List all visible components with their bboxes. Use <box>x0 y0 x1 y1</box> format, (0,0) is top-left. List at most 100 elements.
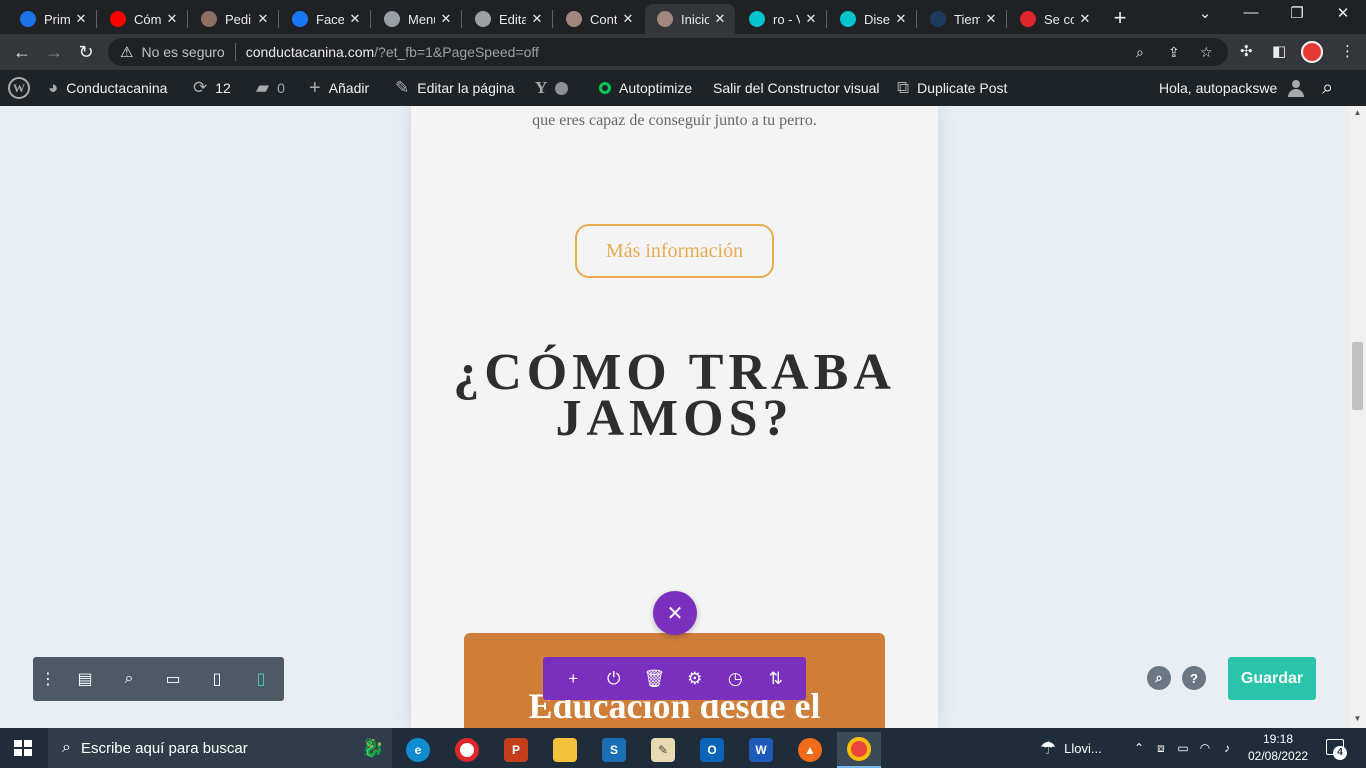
browser-tab[interactable]: Disei✕ <box>828 4 916 34</box>
browser-tab[interactable]: ro - V✕ <box>737 4 826 34</box>
builder-view-bar: ⋮ ▤ ⌕ ▭ ▯ ▯ <box>33 657 284 701</box>
close-tab-icon[interactable]: ✕ <box>621 11 635 27</box>
close-tab-icon[interactable]: ✕ <box>530 11 544 27</box>
plus-icon: + <box>309 76 321 99</box>
minimize-button[interactable]: — <box>1228 4 1274 21</box>
browser-tab[interactable]: Tiem ✕ <box>918 4 1006 34</box>
autoptimize-link[interactable]: Autoptimize <box>599 70 692 106</box>
browser-tab[interactable]: Cóm ✕ <box>98 4 187 34</box>
edge-app-icon[interactable]: e <box>396 732 440 768</box>
powerpoint-app-icon[interactable]: P <box>494 732 538 768</box>
weather-widget[interactable]: ☂ Llovi... <box>1040 728 1102 768</box>
wordpress-logo-icon[interactable]: W <box>8 70 30 106</box>
close-tab-icon[interactable]: ✕ <box>713 11 727 27</box>
exit-visual-builder-link[interactable]: Salir del Constructor visual <box>713 70 880 106</box>
site-name-link[interactable]: ◕ Conductacanina <box>48 70 167 106</box>
zoom-icon[interactable]: ⌕ <box>1136 44 1144 61</box>
close-tab-icon[interactable]: ✕ <box>439 11 453 27</box>
yoast-link[interactable]: Y <box>535 70 569 106</box>
new-tab-button[interactable]: + <box>1108 5 1132 31</box>
close-icon[interactable]: ✕ <box>653 591 697 635</box>
module-settings-toolbar: + ⏻ 🗑 ⚙ ◷ ⇅ <box>543 657 806 700</box>
taskbar-search-box[interactable]: ⌕ Escribe aquí para buscar 🐉 <box>48 728 392 768</box>
help-icon[interactable]: ? <box>1182 666 1206 690</box>
browser-tab[interactable]: Prim ✕ <box>8 4 96 34</box>
close-tab-icon[interactable]: ✕ <box>894 11 908 27</box>
volume-icon[interactable]: ♪ <box>1216 741 1238 755</box>
history-icon[interactable]: ◷ <box>720 669 750 689</box>
phone-view-icon[interactable]: ▯ <box>239 669 283 689</box>
browser-tab[interactable]: Facel✕ <box>280 4 370 34</box>
menu-kebab-icon[interactable]: ⋮ <box>1340 42 1355 60</box>
close-tab-icon[interactable]: ✕ <box>256 11 270 27</box>
search-icon[interactable]: ⌕ <box>1322 70 1333 106</box>
save-to-library-icon[interactable]: ⏻ <box>599 669 629 689</box>
tab-title: Prim <box>44 11 70 27</box>
browser-tab[interactable]: Se co ✕ <box>1008 4 1100 34</box>
globe-icon <box>384 11 400 27</box>
clock-time: 19:18 <box>1262 732 1294 746</box>
back-icon[interactable]: ← <box>10 40 34 64</box>
opera-app-icon[interactable] <box>445 732 489 768</box>
meet-now-icon[interactable]: ⧈ <box>1150 741 1172 756</box>
tab-search-icon[interactable]: ⌄ <box>1182 4 1228 22</box>
close-tab-icon[interactable]: ✕ <box>74 11 88 27</box>
browser-tab[interactable]: Edita ✕ <box>463 4 552 34</box>
share-icon[interactable]: ⇪ <box>1168 44 1180 61</box>
wireframe-view-icon[interactable]: ▤ <box>63 669 107 689</box>
more-info-button[interactable]: Más información <box>575 224 774 278</box>
close-tab-icon[interactable]: ✕ <box>984 11 998 27</box>
chrome-app-icon[interactable] <box>837 732 881 768</box>
maximize-button[interactable]: ❐ <box>1274 4 1320 22</box>
globe-icon <box>475 11 491 27</box>
bookmark-star-icon[interactable]: ☆ <box>1200 44 1213 61</box>
my-account-link[interactable]: Hola, autopackswe <box>1159 70 1305 106</box>
windows-start-icon[interactable] <box>14 740 32 756</box>
settings-gear-icon[interactable]: ⚙ <box>680 669 710 689</box>
profile-avatar[interactable] <box>1301 41 1323 63</box>
browser-tab[interactable]: Conti✕ <box>554 4 643 34</box>
close-tab-icon[interactable]: ✕ <box>1078 11 1092 27</box>
taskbar-clock[interactable]: 19:18 02/08/2022 <box>1248 731 1308 765</box>
add-module-icon[interactable]: + <box>558 669 588 689</box>
browser-tab[interactable]: Inicio ✕ <box>645 4 735 34</box>
edit-page-link[interactable]: ✎ Editar la página <box>395 70 515 106</box>
close-tab-icon[interactable]: ✕ <box>348 11 362 27</box>
close-tab-icon[interactable]: ✕ <box>165 11 179 27</box>
comments-link[interactable]: ▰ 0 <box>256 70 285 106</box>
close-window-button[interactable]: ✕ <box>1320 4 1366 22</box>
page-viewport: que eres capaz de conseguir junto a tu p… <box>0 106 1366 728</box>
forward-icon[interactable]: → <box>42 40 66 64</box>
tablet-view-icon[interactable]: ▯ <box>195 669 239 689</box>
vertical-scrollbar[interactable]: ▲ ▼ <box>1349 106 1366 728</box>
paint-app-icon[interactable]: ✎ <box>641 732 685 768</box>
save-button[interactable]: Guardar <box>1228 657 1316 700</box>
duplicate-post-link[interactable]: ⧉ Duplicate Post <box>897 70 1007 106</box>
file-explorer-icon[interactable] <box>543 732 587 768</box>
sketchup-app-icon[interactable]: S <box>592 732 636 768</box>
builder-search-icon[interactable]: ⌕ <box>1147 666 1171 690</box>
browser-tab[interactable]: Pedi ✕ <box>189 4 278 34</box>
wifi-icon[interactable]: ◠ <box>1194 741 1216 755</box>
extensions-icon[interactable]: ✣ <box>1240 42 1253 60</box>
word-app-icon[interactable]: W <box>739 732 783 768</box>
zoom-out-icon[interactable]: ⌕ <box>107 670 151 688</box>
delete-icon[interactable]: 🗑 <box>639 669 669 689</box>
dog-icon <box>657 11 673 27</box>
scrollbar-thumb[interactable] <box>1352 342 1363 410</box>
vlc-app-icon[interactable]: ▲ <box>788 732 832 768</box>
browser-tab[interactable]: Menu✕ <box>372 4 461 34</box>
updates-link[interactable]: ⟳ 12 <box>193 70 231 106</box>
side-panel-icon[interactable]: ◧ <box>1272 42 1286 60</box>
chevron-up-icon[interactable]: ⌃ <box>1128 741 1150 755</box>
reload-icon[interactable]: ↻ <box>74 40 98 64</box>
system-tray: ⌃ ⧈ ▭ ◠ ♪ <box>1128 728 1238 768</box>
close-tab-icon[interactable]: ✕ <box>804 11 818 27</box>
battery-icon[interactable]: ▭ <box>1172 741 1194 755</box>
move-icon[interactable]: ⇅ <box>761 669 791 689</box>
outlook-app-icon[interactable]: O <box>690 732 734 768</box>
builder-menu-icon[interactable]: ⋮ <box>33 669 63 689</box>
add-new-link[interactable]: + Añadir <box>309 70 369 106</box>
desktop-view-icon[interactable]: ▭ <box>151 669 195 689</box>
address-bar[interactable]: ⚠ No es seguro conductacanina.com /?et_f… <box>108 38 1228 66</box>
